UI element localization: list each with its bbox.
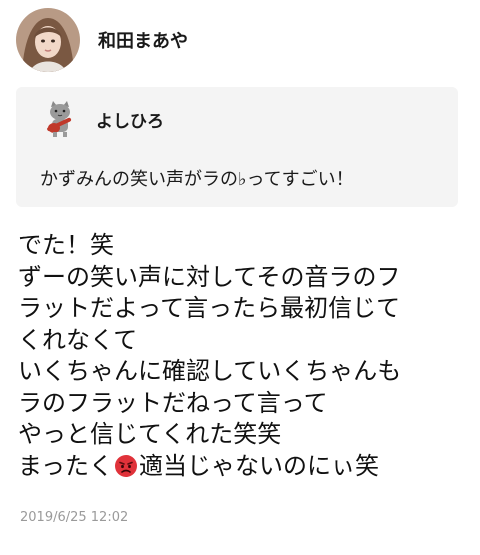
post-line: でた！笑	[18, 231, 114, 259]
angry-face-emoji-icon	[114, 454, 138, 478]
author-avatar[interactable]	[16, 8, 80, 72]
post-line-last: まったく 適当じゃないのにぃ笑	[18, 451, 468, 483]
post-line: ラのフラットだねって言って	[18, 388, 328, 417]
author-name[interactable]: 和田まあや	[98, 27, 188, 53]
post-line: やっと信じてくれた笑笑	[18, 420, 282, 448]
post-line: くれなくて	[18, 325, 138, 354]
quote-author-name: よしひろ	[96, 111, 164, 132]
post-line: いくちゃんに確認していくちゃんも	[18, 357, 402, 385]
post-body: でた！笑 ずーの笑い声に対してその音ラのフ ラットだよって言ったら最初信じて く…	[18, 230, 468, 482]
post-line-last-start: まったく	[18, 451, 114, 480]
quote-text: かずみんの笑い声がラの♭ってすごい！	[40, 169, 354, 190]
user-photo-avatar-icon	[16, 8, 80, 72]
post-header: 和田まあや	[16, 8, 188, 72]
post-line-last-end: 適当じゃないのにぃ笑	[139, 451, 380, 480]
post-line: ラットだよって言ったら最初信じて	[18, 294, 401, 322]
quote-header: よしひろ	[40, 99, 164, 139]
post-timestamp: 2019/6/25 12:02	[20, 510, 129, 525]
quoted-message-card[interactable]: よしひろ かずみんの笑い声がラの♭ってすごい！	[16, 87, 458, 207]
cat-guitar-avatar-icon	[40, 99, 80, 139]
post-line: ずーの笑い声に対してその音ラのフ	[18, 262, 401, 291]
